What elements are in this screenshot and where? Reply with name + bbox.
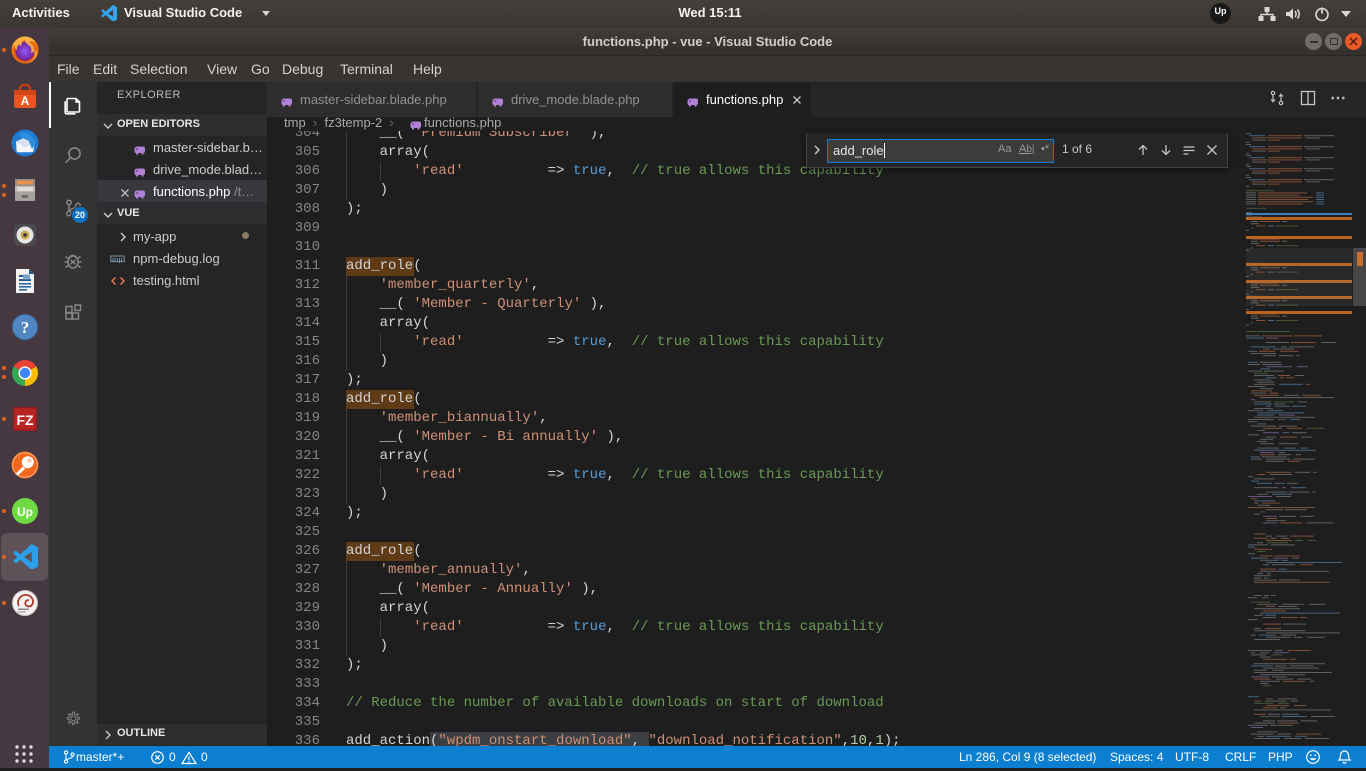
svg-text:A: A	[21, 94, 30, 108]
svg-text:?: ?	[21, 318, 30, 337]
svg-text:FZ: FZ	[16, 412, 34, 428]
svg-text:Up: Up	[17, 505, 33, 519]
